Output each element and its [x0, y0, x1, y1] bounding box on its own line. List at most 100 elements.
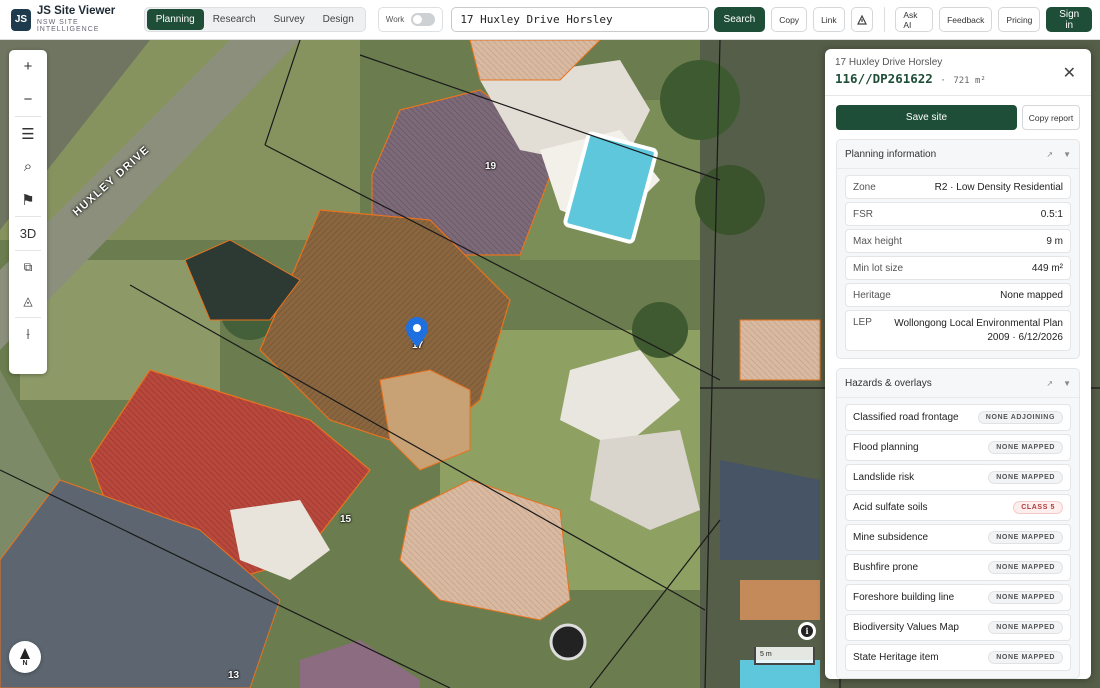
search-icon[interactable]: ⌕	[9, 150, 47, 183]
scale-bar: 5 m	[754, 647, 815, 665]
mode-switcher: Planning Research Survey Design	[143, 7, 366, 32]
map-info-icon[interactable]: i	[798, 622, 816, 640]
ask-ai-button[interactable]: Ask AI	[895, 7, 934, 32]
hazard-row: Landslide risk NONE MAPPED	[845, 464, 1071, 491]
planning-row-max-height: Max height 9 m	[845, 229, 1071, 253]
hazards-section-header[interactable]: Hazards & overlays ↗ ▼	[837, 369, 1079, 398]
row-value: 449 m²	[1031, 262, 1063, 274]
pricing-button[interactable]: Pricing	[998, 7, 1041, 32]
chevron-down-icon[interactable]: ▼	[1063, 150, 1071, 159]
hazard-rows: Classified road frontage NONE ADJOINING F…	[837, 398, 1079, 678]
mode-planning[interactable]: Planning	[146, 9, 204, 30]
row-key: Classified road frontage	[853, 412, 959, 423]
section-title: Hazards & overlays	[845, 377, 932, 389]
row-key: Heritage	[853, 289, 891, 301]
measure-area-icon[interactable]: ◬	[9, 284, 47, 317]
row-key: Foreshore building line	[853, 592, 955, 603]
row-value: 9 m	[1046, 235, 1063, 247]
sign-in-button[interactable]: Sign in	[1046, 7, 1093, 32]
row-key: Flood planning	[853, 442, 919, 453]
brand: JS Site Viewer NSW SITE INTELLIGENCE	[37, 5, 134, 34]
row-key: Acid sulfate soils	[853, 502, 928, 513]
zoom-in-icon[interactable]: +	[9, 50, 47, 83]
3d-toggle-button[interactable]: 3D	[9, 217, 47, 250]
hazard-row: Biodiversity Values Map NONE MAPPED	[845, 614, 1071, 641]
status-badge: NONE MAPPED	[988, 621, 1063, 634]
work-toggle-group: Work	[377, 7, 444, 32]
row-value: R2 · Low Density Residential	[934, 181, 1063, 193]
panel-actions: Save site Copy report	[825, 96, 1091, 130]
app-title: JS Site Viewer	[36, 4, 116, 17]
work-toggle[interactable]	[411, 13, 436, 26]
chevron-down-icon[interactable]: ▼	[1063, 379, 1071, 388]
section-title: Planning information	[845, 148, 937, 160]
address-search-input[interactable]	[451, 7, 709, 32]
status-badge: NONE MAPPED	[988, 531, 1063, 544]
row-key: State Heritage item	[853, 652, 939, 663]
status-badge: NONE ADJOINING	[977, 411, 1063, 424]
row-key: Bushfire prone	[853, 562, 919, 573]
planning-row-zone: Zone R2 · Low Density Residential	[845, 175, 1071, 199]
expand-icon[interactable]: ↗	[1046, 379, 1053, 388]
row-key: Mine subsidence	[853, 532, 929, 543]
lot-label: 19	[485, 161, 497, 172]
hazard-row: Acid sulfate soils CLASS 5	[845, 494, 1071, 521]
link-button[interactable]: Link	[813, 7, 845, 32]
measure-line-icon[interactable]: ⟊	[9, 318, 47, 351]
site-address: 17 Huxley Drive Horsley	[835, 57, 943, 68]
mode-design[interactable]: Design	[314, 9, 363, 30]
app-logo: JS	[11, 8, 31, 31]
panel-header: 17 Huxley Drive Horsley 116//DP261622 · …	[825, 49, 1091, 96]
share-icon[interactable]	[850, 7, 874, 32]
mode-survey[interactable]: Survey	[265, 9, 314, 30]
compass[interactable]: N	[9, 641, 41, 673]
hazard-row: Flood planning NONE MAPPED	[845, 434, 1071, 461]
row-value: Wollongong Local Environmental Plan 2009…	[894, 318, 1063, 343]
map-toolbar: + − ☰ ⌕ ⚑ 3D ⧉ ◬ ⟊	[9, 50, 47, 374]
status-badge: NONE MAPPED	[988, 471, 1063, 484]
lot-label: 15	[340, 514, 352, 525]
row-value: None mapped	[1000, 289, 1063, 301]
feedback-button[interactable]: Feedback	[939, 7, 993, 32]
lot-label: 13	[228, 670, 240, 681]
row-value: 0.5:1	[1040, 208, 1063, 220]
hazard-row: State Heritage item NONE MAPPED	[845, 644, 1071, 671]
close-icon[interactable]: ✕	[1063, 63, 1076, 83]
divider	[884, 7, 886, 32]
status-badge: NONE MAPPED	[988, 561, 1063, 574]
app-subtitle: NSW SITE INTELLIGENCE	[36, 18, 100, 34]
row-key: Zone	[853, 181, 876, 193]
expand-icon[interactable]: ↗	[1046, 150, 1053, 159]
copy-button[interactable]: Copy	[771, 7, 808, 32]
lot-identifier: 116//DP261622 · 721 m²	[835, 71, 1081, 86]
planning-row-min-lot: Min lot size 449 m²	[845, 256, 1071, 280]
hazard-row: Bushfire prone NONE MAPPED	[845, 554, 1071, 581]
search-button[interactable]: Search	[713, 7, 766, 32]
status-badge: NONE MAPPED	[988, 651, 1063, 664]
layers-icon[interactable]: ☰	[9, 117, 47, 150]
save-site-button[interactable]: Save site	[836, 105, 1017, 130]
planning-section: Planning information ↗ ▼ Zone R2 · Low Den…	[836, 139, 1080, 359]
hazard-row: Classified road frontage NONE ADJOINING	[845, 404, 1071, 431]
work-label: Work	[385, 15, 405, 24]
zoom-out-icon[interactable]: −	[9, 83, 47, 116]
planning-row-heritage: Heritage None mapped	[845, 283, 1071, 307]
row-key: FSR	[853, 208, 873, 220]
hazard-row: Foreshore building line NONE MAPPED	[845, 584, 1071, 611]
status-badge: CLASS 5	[1013, 501, 1063, 514]
site-area: 721 m²	[953, 76, 986, 86]
status-badge: NONE MAPPED	[988, 441, 1063, 454]
flag-icon[interactable]: ⚑	[9, 183, 47, 216]
planning-section-header[interactable]: Planning information ↗ ▼	[837, 140, 1079, 169]
mode-research[interactable]: Research	[204, 9, 265, 30]
row-key: LEP	[853, 317, 872, 328]
location-pin-icon[interactable]	[406, 317, 428, 350]
lot-dp: 116//DP261622	[835, 71, 933, 86]
top-bar: JS JS Site Viewer NSW SITE INTELLIGENCE …	[0, 0, 1100, 40]
copy-icon[interactable]: ⧉	[9, 251, 47, 284]
row-key: Biodiversity Values Map	[853, 622, 959, 633]
planning-row-lep: LEP Wollongong Local Environmental Plan 2…	[845, 310, 1071, 351]
site-details-panel: 17 Huxley Drive Horsley 116//DP261622 · …	[825, 49, 1091, 679]
compass-label: N	[22, 659, 28, 667]
copy-report-button[interactable]: Copy report	[1022, 105, 1080, 130]
